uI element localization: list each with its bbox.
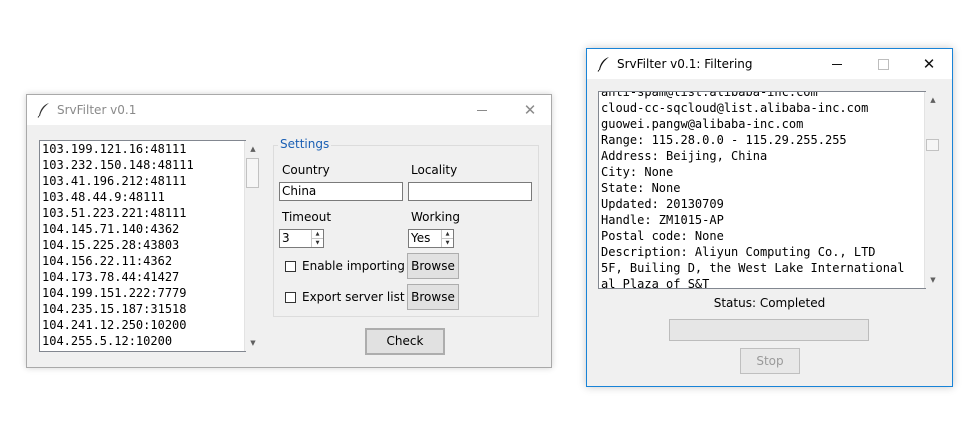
output-line: Postal code: None bbox=[601, 229, 724, 243]
status-label: Status: Completed bbox=[713, 296, 826, 310]
export-server-list-label[interactable]: Export server list bbox=[302, 290, 405, 304]
maximize-button[interactable] bbox=[860, 49, 906, 79]
stop-button[interactable]: Stop bbox=[740, 348, 800, 374]
server-list-item[interactable]: 104.145.71.140:4362 bbox=[40, 221, 245, 237]
feather-icon bbox=[597, 57, 609, 72]
server-list-item[interactable]: 103.232.150.148:48111 bbox=[40, 157, 245, 173]
import-browse-button[interactable]: Browse bbox=[407, 253, 459, 279]
output-line: Updated: 20130709 bbox=[601, 197, 724, 211]
server-list-item[interactable]: 103.51.223.221:48111 bbox=[40, 205, 245, 221]
maximize-icon bbox=[877, 58, 889, 70]
working-spinbox[interactable]: Yes ▲ ▼ bbox=[408, 229, 454, 248]
output-line: anti-spam@list.alibaba-inc.com bbox=[601, 91, 818, 99]
filter-output-text[interactable]: anti-spam@list.alibaba-inc.com cloud-cc-s… bbox=[598, 91, 926, 289]
scroll-thumb[interactable] bbox=[246, 158, 259, 188]
scroll-down-arrow-icon[interactable]: ▼ bbox=[925, 272, 941, 288]
settings-group-title: Settings bbox=[278, 137, 332, 151]
output-line: Address: Beijing, China bbox=[601, 149, 768, 163]
minimize-icon bbox=[832, 63, 842, 65]
close-button[interactable]: ✕ bbox=[507, 95, 553, 125]
output-line: City: None bbox=[601, 165, 674, 179]
main-window: SrvFilter v0.1 ✕ 103.199.121.16:48111 103… bbox=[26, 94, 552, 368]
server-list-item[interactable]: 104.156.22.11:4362 bbox=[40, 253, 245, 269]
country-label: Country bbox=[282, 163, 330, 177]
country-input[interactable]: China bbox=[279, 182, 403, 201]
scroll-down-arrow-icon[interactable]: ▼ bbox=[245, 335, 261, 351]
output-line: guowei.pangw@alibaba-inc.com bbox=[601, 117, 804, 131]
enable-importing-label[interactable]: Enable importing bbox=[302, 259, 405, 273]
output-line: Range: 115.28.0.0 - 115.29.255.255 bbox=[601, 133, 847, 147]
scroll-thumb[interactable] bbox=[926, 139, 939, 151]
main-window-titlebar[interactable]: SrvFilter v0.1 ✕ bbox=[27, 95, 551, 125]
close-icon: ✕ bbox=[523, 101, 537, 119]
working-value: Yes bbox=[411, 231, 431, 245]
server-list-scrollbar[interactable]: ▲ ▼ bbox=[244, 141, 261, 351]
output-line: cloud-cc-sqcloud@list.alibaba-inc.com bbox=[601, 101, 869, 115]
server-listbox[interactable]: 103.199.121.16:48111 103.232.150.148:4811… bbox=[39, 140, 246, 352]
spin-down-arrow-icon[interactable]: ▼ bbox=[312, 238, 323, 247]
output-line: State: None bbox=[601, 181, 681, 195]
filtering-window: SrvFilter v0.1: Filtering ✕ anti-spam@li… bbox=[586, 48, 953, 387]
maximize-button[interactable] bbox=[460, 95, 506, 125]
timeout-spinbox[interactable]: 3 ▲ ▼ bbox=[279, 229, 324, 248]
output-line: Handle: ZM1015-AP bbox=[601, 213, 724, 227]
output-line: al Plaza of S&T bbox=[601, 277, 710, 289]
server-list-item[interactable]: 103.199.121.16:48111 bbox=[40, 141, 245, 157]
enable-importing-checkbox[interactable] bbox=[285, 261, 296, 272]
server-list-item[interactable]: 104.199.151.222:7779 bbox=[40, 285, 245, 301]
server-list-item[interactable]: 103.48.44.9:48111 bbox=[40, 189, 245, 205]
scroll-up-arrow-icon[interactable]: ▲ bbox=[925, 92, 941, 108]
server-list-item[interactable]: 104.173.78.44:41427 bbox=[40, 269, 245, 285]
server-list-item[interactable]: 104.15.225.28:43803 bbox=[40, 237, 245, 253]
check-button[interactable]: Check bbox=[365, 328, 445, 355]
filter-output-scrollbar[interactable]: ▲ ▼ bbox=[924, 92, 941, 288]
server-list-item[interactable]: 104.235.15.187:31518 bbox=[40, 301, 245, 317]
progress-bar bbox=[669, 319, 869, 341]
feather-icon bbox=[37, 103, 49, 118]
close-icon: ✕ bbox=[922, 55, 936, 73]
scroll-up-arrow-icon[interactable]: ▲ bbox=[245, 141, 261, 157]
export-browse-button[interactable]: Browse bbox=[407, 284, 459, 310]
output-line: 5F, Builing D, the West Lake Internation… bbox=[601, 261, 905, 275]
filtering-window-titlebar[interactable]: SrvFilter v0.1: Filtering ✕ bbox=[587, 49, 952, 79]
export-server-list-checkbox[interactable] bbox=[285, 292, 296, 303]
window-title: SrvFilter v0.1: Filtering bbox=[617, 57, 753, 71]
server-list-item[interactable]: 104.255.5.12:10200 bbox=[40, 333, 245, 349]
working-label: Working bbox=[411, 210, 460, 224]
window-title: SrvFilter v0.1 bbox=[57, 103, 137, 117]
server-list-item[interactable]: 103.41.196.212:48111 bbox=[40, 173, 245, 189]
close-button[interactable]: ✕ bbox=[906, 49, 952, 79]
server-list-item[interactable]: 104.241.12.250:10200 bbox=[40, 317, 245, 333]
minimize-button[interactable] bbox=[814, 49, 860, 79]
timeout-label: Timeout bbox=[282, 210, 332, 224]
output-line: Description: Aliyun Computing Co., LTD bbox=[601, 245, 876, 259]
locality-label: Locality bbox=[411, 163, 458, 177]
timeout-value: 3 bbox=[282, 231, 290, 245]
spin-down-arrow-icon[interactable]: ▼ bbox=[442, 238, 453, 247]
locality-input[interactable] bbox=[408, 182, 532, 201]
